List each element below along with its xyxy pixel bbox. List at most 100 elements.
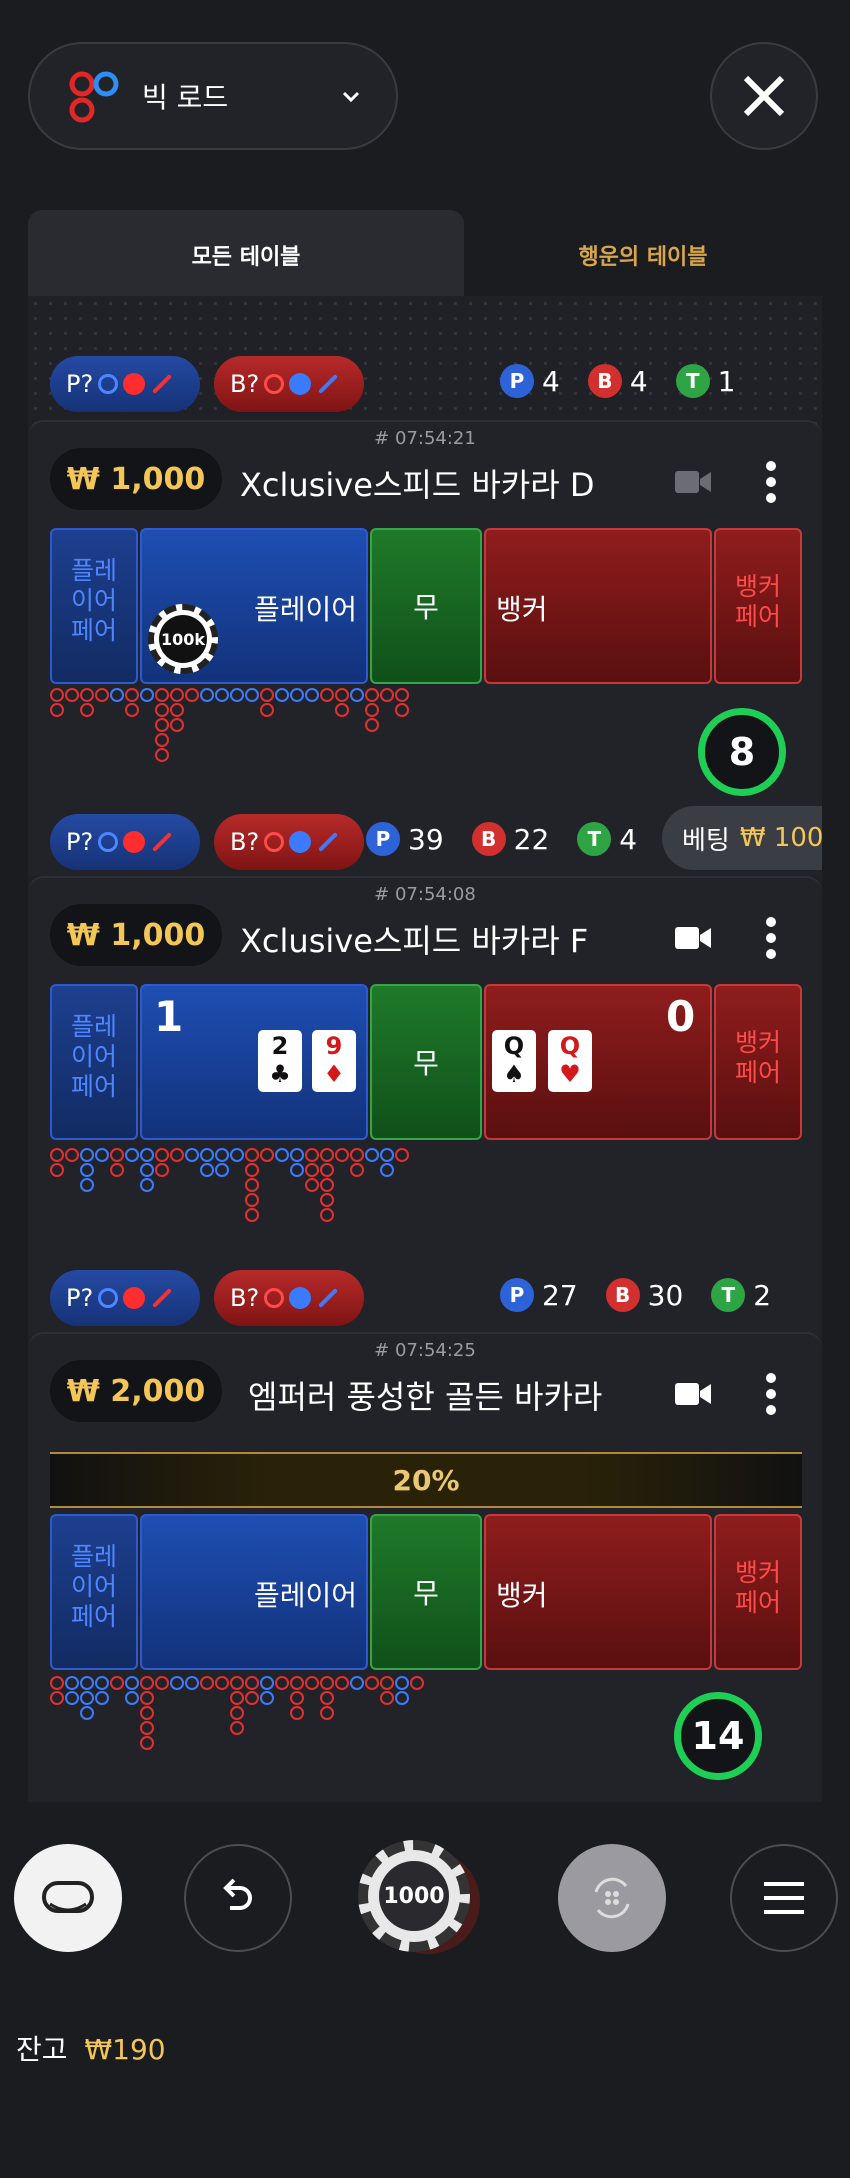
slash-icon bbox=[318, 1288, 339, 1308]
player-pair-bet[interactable]: 플레 이어 페어 bbox=[50, 528, 138, 684]
road-banker-mark bbox=[245, 1163, 259, 1177]
dot-icon bbox=[123, 373, 146, 395]
round-id: # 07:54:08 bbox=[374, 884, 476, 905]
dot-icon bbox=[289, 831, 312, 853]
tab-lucky-tables[interactable]: 행운의 테이블 bbox=[464, 210, 822, 300]
banker-pair-predict-button[interactable]: B? bbox=[214, 1270, 364, 1326]
road-player-mark bbox=[275, 1148, 289, 1162]
player-score: 1 bbox=[154, 992, 184, 1041]
table-tabs: 모든 테이블 행운의 테이블 bbox=[28, 210, 822, 300]
banker-pair-predict-button[interactable]: B? bbox=[214, 356, 364, 412]
video-icon[interactable] bbox=[674, 924, 712, 952]
road-player-mark bbox=[215, 1163, 229, 1177]
menu-button[interactable] bbox=[730, 1844, 838, 1952]
road-player-mark bbox=[95, 1148, 109, 1162]
tab-all-tables[interactable]: 모든 테이블 bbox=[28, 210, 464, 300]
more-vertical-icon[interactable] bbox=[762, 1372, 780, 1416]
bet-status-amount: ₩ 100 bbox=[739, 823, 822, 853]
ring-icon bbox=[98, 1288, 119, 1308]
slash-icon bbox=[318, 374, 339, 394]
road-banker-mark bbox=[365, 718, 379, 732]
tie-bet[interactable]: 무 bbox=[370, 528, 482, 684]
tie-bet[interactable]: 무 bbox=[370, 1514, 482, 1670]
banker-pair-predict-button[interactable]: B? bbox=[214, 814, 364, 870]
player-card-1: 2 ♣ bbox=[258, 1030, 302, 1092]
banker-pair-bet[interactable]: 뱅커 페어 bbox=[714, 1514, 802, 1670]
chip-selector[interactable]: 1000 bbox=[358, 1840, 490, 1956]
road-player-mark bbox=[125, 1148, 139, 1162]
road-banker-mark bbox=[110, 1676, 124, 1690]
road-player-mark bbox=[365, 1148, 379, 1162]
view-label: 빅 로드 bbox=[142, 81, 229, 114]
road-banker-mark bbox=[365, 688, 379, 702]
more-vertical-icon[interactable] bbox=[762, 460, 780, 504]
road-banker-mark bbox=[320, 1148, 334, 1162]
payout-banner: 20% bbox=[50, 1452, 802, 1508]
banker-pair-bet[interactable]: 뱅커 페어 bbox=[714, 528, 802, 684]
tie-bet[interactable]: 무 bbox=[370, 984, 482, 1140]
banker-label: 뱅커 bbox=[496, 1579, 548, 1612]
player-count: 27 bbox=[542, 1278, 578, 1312]
chip-value: 1000 bbox=[379, 1861, 449, 1931]
table-view-button[interactable] bbox=[14, 1844, 122, 1952]
road-banker-mark bbox=[200, 1676, 214, 1690]
player-pair-bet[interactable]: 플레 이어 페어 bbox=[50, 1514, 138, 1670]
banker-pair-bet[interactable]: 뱅커 페어 bbox=[714, 984, 802, 1140]
road-banker-mark bbox=[395, 703, 409, 717]
road-banker-mark bbox=[350, 1163, 364, 1177]
road-player-mark bbox=[215, 1148, 229, 1162]
road-banker-mark bbox=[140, 1706, 154, 1720]
player-pair-predict-button[interactable]: P? bbox=[50, 814, 200, 870]
road-banker-mark bbox=[395, 1148, 409, 1162]
road-banker-mark bbox=[140, 1676, 154, 1690]
chip-icon: 1000 bbox=[358, 1840, 470, 1952]
close-button[interactable] bbox=[710, 42, 818, 150]
min-bet: ₩ 2,000 bbox=[50, 1360, 222, 1422]
tie-badge: T bbox=[675, 364, 710, 398]
dot-icon bbox=[123, 1287, 146, 1309]
road-banker-mark bbox=[155, 718, 169, 732]
banker-count: 30 bbox=[647, 1278, 684, 1312]
banker-bet[interactable]: 뱅커 bbox=[484, 1514, 712, 1670]
table-list[interactable]: P? B? P4 B4 T1 # 07:54:21 ₩ 1,000 Xclusi… bbox=[28, 296, 822, 1802]
road-banker-mark bbox=[50, 703, 64, 717]
road-banker-mark bbox=[335, 688, 349, 702]
bet-status[interactable]: 베팅 ₩ 100 bbox=[662, 806, 822, 870]
video-icon[interactable] bbox=[674, 1380, 712, 1408]
road-player-mark bbox=[80, 1163, 94, 1177]
bottom-toolbar: 1000 잔고 ₩190 bbox=[0, 1802, 850, 2178]
road-player-mark bbox=[125, 1691, 139, 1705]
player-bet[interactable]: 플레이어 bbox=[140, 1514, 368, 1670]
table-card-3[interactable]: # 07:54:25 ₩ 2,000 엠퍼러 풍성한 골든 바카라 20% 플레… bbox=[28, 1332, 822, 1802]
road-banker-mark bbox=[260, 1148, 274, 1162]
road-player-mark bbox=[95, 1676, 109, 1690]
player-pair-predict-button[interactable]: P? bbox=[50, 356, 200, 412]
table-name[interactable]: 엠퍼러 풍성한 골든 바카라 bbox=[248, 1372, 602, 1418]
player-hand[interactable]: 1 2 ♣ 9 ♦ bbox=[140, 984, 368, 1140]
player-pair-bet[interactable]: 플레 이어 페어 bbox=[50, 984, 138, 1140]
road-banker-mark bbox=[170, 688, 184, 702]
video-icon[interactable] bbox=[674, 468, 712, 496]
bet-area: 플레 이어 페어 1 2 ♣ 9 ♦ 무 Q ♠ Q ♥ 0 뱅커 페어 bbox=[50, 984, 802, 1140]
road-banker-mark bbox=[230, 1706, 244, 1720]
banker-bet[interactable]: 뱅커 bbox=[484, 528, 712, 684]
road-player-mark bbox=[170, 1676, 184, 1690]
view-selector[interactable]: 빅 로드 bbox=[28, 42, 398, 150]
result-stats: P 27 B 30 T2 bbox=[500, 1278, 799, 1312]
road-banker-mark bbox=[170, 1148, 184, 1162]
chip-value: 100k bbox=[159, 615, 207, 663]
player-bet[interactable]: 플레이어 100k bbox=[140, 528, 368, 684]
road-banker-mark bbox=[230, 1676, 244, 1690]
undo-button[interactable] bbox=[184, 1844, 292, 1952]
repeat-button[interactable] bbox=[558, 1844, 666, 1952]
road-player-mark bbox=[125, 1676, 139, 1690]
table-name[interactable]: Xclusive스피드 바카라 F bbox=[240, 916, 588, 962]
road-player-mark bbox=[185, 1148, 199, 1162]
banker-hand[interactable]: Q ♠ Q ♥ 0 bbox=[484, 984, 712, 1140]
road-banker-mark bbox=[110, 1163, 124, 1177]
road-banker-mark bbox=[320, 1178, 334, 1192]
player-pair-predict-button[interactable]: P? bbox=[50, 1270, 200, 1326]
table-name[interactable]: Xclusive스피드 바카라 D bbox=[240, 460, 595, 506]
road-banker-mark bbox=[65, 1148, 79, 1162]
more-vertical-icon[interactable] bbox=[762, 916, 780, 960]
